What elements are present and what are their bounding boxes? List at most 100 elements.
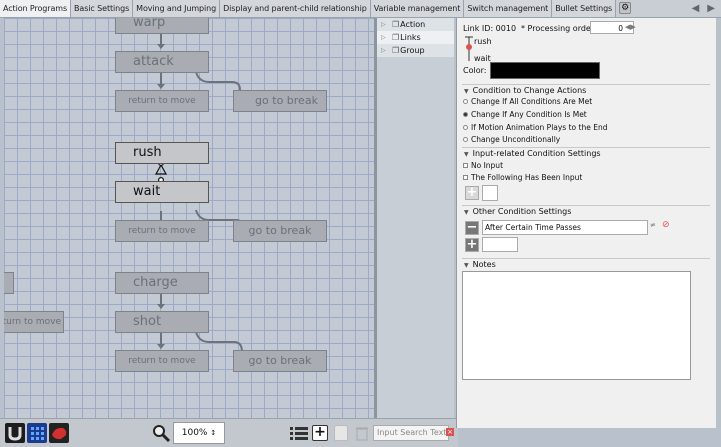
folder-icon: ❐ xyxy=(392,33,400,42)
node-label: attack xyxy=(133,54,174,69)
action-icon xyxy=(120,18,131,28)
properties-scrollbar[interactable] xyxy=(716,18,721,428)
minimize-icon[interactable]: ◀ xyxy=(692,3,700,14)
tree-item-2[interactable]: ▷ ❐ Group xyxy=(377,44,454,57)
radio-condition-0[interactable]: Change If All Conditions Are Met xyxy=(463,97,592,106)
tab-0[interactable]: Action Programs xyxy=(0,0,72,17)
character-icon xyxy=(120,184,131,197)
link-node-return-to-move[interactable]: return to move xyxy=(115,220,209,242)
radio-label: If Motion Animation Plays to the End xyxy=(471,123,608,132)
add-condition-button[interactable]: + xyxy=(465,238,479,252)
radio-label: Change Unconditionally xyxy=(471,135,561,144)
maximize-icon[interactable]: ▶ xyxy=(707,3,715,14)
link-node-return-to-move[interactable]: turn to move xyxy=(4,311,64,333)
tab-bar: Action Programs Basic Settings Moving and … xyxy=(0,0,721,18)
action-node-charge[interactable]: charge xyxy=(115,272,209,294)
zoom-stepper-icon[interactable]: ↕ xyxy=(210,429,216,437)
tree-item-label: Links xyxy=(400,33,421,42)
node-label: wait xyxy=(133,184,161,199)
link-node-go-to-break[interactable]: go to break xyxy=(233,90,327,112)
search-icon[interactable] xyxy=(151,423,171,443)
action-node-warp[interactable]: warp xyxy=(115,18,209,34)
character-preview-icon[interactable] xyxy=(49,423,69,443)
checkbox-box xyxy=(463,163,468,168)
object-tree: ▷ ❐ Action ▷ ❐ Links ▷ ❐ Group xyxy=(377,18,454,418)
tab-2[interactable]: Moving and Jumping xyxy=(133,0,221,17)
action-icon xyxy=(120,314,131,327)
trash-icon[interactable] xyxy=(355,425,369,441)
remove-condition-button[interactable]: − xyxy=(465,221,479,235)
link-node-go-to-break[interactable]: go to break xyxy=(233,220,327,242)
tree-list: ▷ ❐ Action ▷ ❐ Links ▷ ❐ Group xyxy=(377,18,454,57)
action-node-shot[interactable]: shot xyxy=(115,311,209,333)
action-graph-canvas[interactable]: warp attack return to move go to break r… xyxy=(4,18,374,418)
node-label: return to move xyxy=(128,356,196,366)
prohibit-icon[interactable]: ⊘ xyxy=(662,220,670,230)
folder-icon: ❐ xyxy=(392,46,400,55)
link-node-return-to-move[interactable]: return to move xyxy=(115,350,209,372)
expand-arrow-icon[interactable]: ▷ xyxy=(381,31,387,44)
section-title: Input-related Condition Settings xyxy=(472,149,601,158)
folder-icon: ❐ xyxy=(392,20,400,29)
node-label: go to break xyxy=(248,224,312,237)
order-stepper-icon[interactable]: ◀▶ xyxy=(625,23,636,31)
add-input-button[interactable]: + xyxy=(465,186,479,200)
radio-dot xyxy=(463,112,468,117)
section-condition-header[interactable]: ▼ Condition to Change Actions xyxy=(462,84,710,96)
magnet-icon[interactable] xyxy=(5,423,25,443)
link-node-go-to-break[interactable]: go to break xyxy=(233,350,327,372)
tree-item-label: Group xyxy=(400,46,425,55)
tab-5[interactable]: Switch management xyxy=(464,0,553,17)
gear-icon[interactable]: ⚙ xyxy=(619,2,632,14)
other-condition-value: After Certain Time Passes xyxy=(485,223,581,232)
radio-condition-1[interactable]: Change If Any Condition Is Met xyxy=(463,110,587,119)
edit-condition-icon[interactable]: ≠ xyxy=(650,221,656,229)
tab-1[interactable]: Basic Settings xyxy=(71,0,134,17)
section-notes-header[interactable]: ▼ Notes xyxy=(462,258,710,270)
radio-label: Change If Any Condition Is Met xyxy=(471,110,587,119)
search-input[interactable]: Input Search Text xyxy=(373,425,449,441)
grid-icon[interactable] xyxy=(27,423,47,443)
link-node-return-to-move[interactable]: return to move xyxy=(115,90,209,112)
tab-3[interactable]: Display and parent-child relationship xyxy=(220,0,371,17)
action-node-offscreen[interactable] xyxy=(4,272,14,294)
zoom-level[interactable]: 100% ↕ xyxy=(173,422,225,444)
copy-icon[interactable] xyxy=(334,425,348,441)
clear-search-icon[interactable]: × xyxy=(446,428,454,436)
checkbox-box xyxy=(463,175,468,180)
search-placeholder: Input Search Text xyxy=(377,428,447,437)
expand-arrow-icon[interactable]: ▷ xyxy=(381,18,387,31)
checkbox-following-input[interactable]: The Following Has Been Input xyxy=(463,173,582,182)
collapse-arrow-icon: ▼ xyxy=(464,151,469,158)
expand-arrow-icon[interactable]: ▷ xyxy=(381,44,387,57)
node-label: return to move xyxy=(128,96,196,106)
other-condition-field[interactable]: After Certain Time Passes xyxy=(482,220,648,235)
radio-dot xyxy=(463,125,468,130)
section-title: Condition to Change Actions xyxy=(472,86,587,95)
collapse-arrow-icon: ▼ xyxy=(464,88,469,95)
radio-label: Change If All Conditions Are Met xyxy=(471,97,593,106)
color-label: Color: xyxy=(463,66,487,75)
input-value-field[interactable] xyxy=(482,185,498,201)
link-from-action: rush xyxy=(474,37,492,46)
new-condition-field[interactable] xyxy=(482,237,518,252)
tree-item-0[interactable]: ▷ ❐ Action xyxy=(377,18,454,31)
tab-6[interactable]: Bullet Settings xyxy=(552,0,617,17)
section-title: Other Condition Settings xyxy=(472,207,572,216)
section-other-header[interactable]: ▼ Other Condition Settings xyxy=(462,205,710,217)
notes-textarea[interactable] xyxy=(462,271,691,380)
tab-4[interactable]: Variable management xyxy=(370,0,465,17)
action-node-wait[interactable]: wait xyxy=(115,181,209,203)
processing-order-value: 0 xyxy=(618,24,623,33)
action-node-rush[interactable]: rush xyxy=(115,142,209,164)
list-view-icon[interactable] xyxy=(289,423,309,443)
checkbox-no-input[interactable]: No Input xyxy=(463,161,503,170)
add-icon[interactable]: + xyxy=(312,425,328,441)
action-node-attack[interactable]: attack xyxy=(115,51,209,73)
node-label: return to move xyxy=(128,226,196,236)
tree-item-1[interactable]: ▷ ❐ Links xyxy=(377,31,454,44)
radio-condition-3[interactable]: Change Unconditionally xyxy=(463,135,560,144)
section-input-header[interactable]: ▼ Input-related Condition Settings xyxy=(462,147,710,159)
radio-condition-2[interactable]: If Motion Animation Plays to the End xyxy=(463,123,607,132)
link-color-swatch[interactable] xyxy=(490,62,600,79)
